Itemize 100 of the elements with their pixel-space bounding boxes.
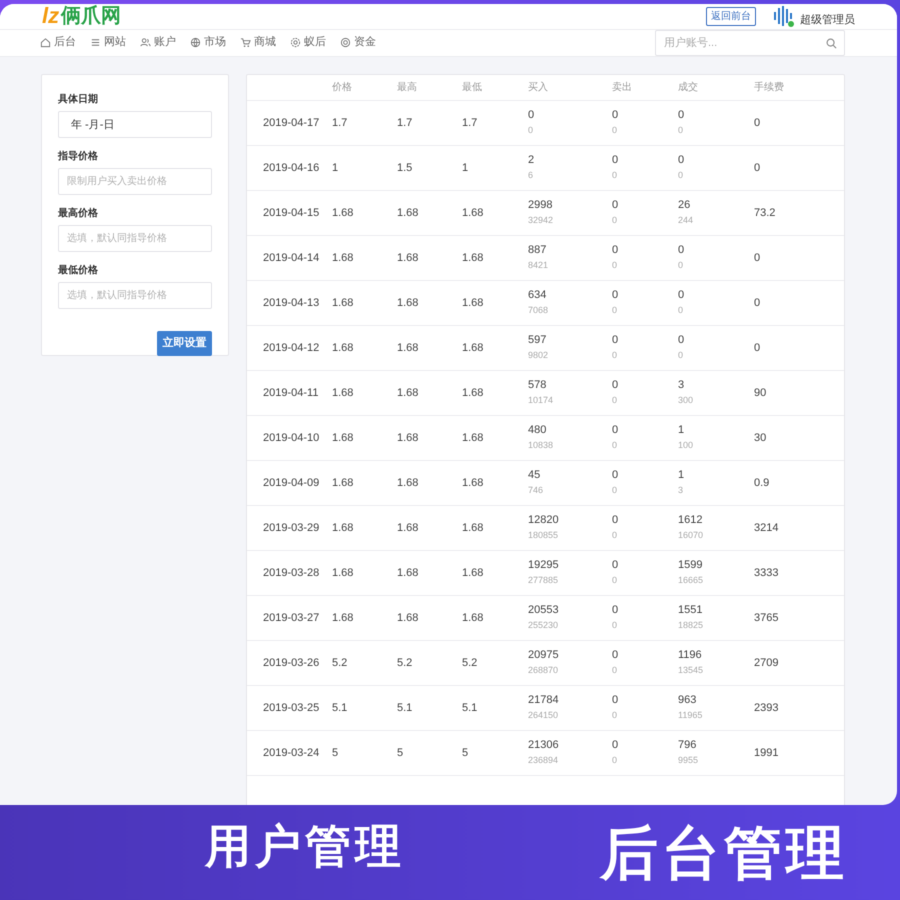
table-cell: 963 [678,693,696,707]
table-cell: 1.5 [397,160,412,174]
table-cell: 5 [462,746,468,760]
table-cell: 0 [754,116,760,130]
table-cell: 30 [754,430,766,444]
table-cell: 2019-03-28 [263,566,320,580]
table-cell: 0 [678,108,684,122]
banner-title: 用户管理 [205,823,405,869]
nav-item[interactable]: 后台 [40,34,76,51]
table-cell-sub: 0 [612,439,618,452]
input-field[interactable]: 选填，默认同指导价格 [58,282,212,308]
table-cell: 3333 [754,566,778,580]
submit-button[interactable]: 立即设置 [157,330,212,356]
column-header: 买入 [528,82,548,92]
nav-item[interactable]: 商城 [240,34,276,51]
back-to-frontend-button[interactable]: 返回前台 [706,6,756,26]
input-field[interactable]: 年 -月-日 [58,110,212,138]
table-cell-sub: 11965 [678,709,702,722]
nav-item[interactable]: 网站 [90,34,126,51]
table-cell: 1.68 [332,520,354,534]
table-cell: 0 [612,198,618,212]
column-header: 最高 [397,82,417,92]
table-cell-sub: 746 [528,484,544,497]
table-cell: 2019-04-13 [263,296,320,310]
table-cell-sub: 18825 [678,619,704,632]
users-icon [140,37,151,48]
table-cell: 1.68 [397,430,418,444]
table-cell: 1.68 [332,206,354,220]
table-cell: 1 [332,160,338,174]
table-cell: 1.68 [462,250,484,264]
column-header: 卖出 [612,82,632,92]
table-cell: 2019-03-24 [263,746,320,760]
logo-mark: lz [42,5,60,28]
table-cell-sub: 0 [612,484,618,497]
table-cell: 1.68 [332,340,354,354]
table-cell: 1.68 [397,520,418,534]
table-cell: 1.68 [462,520,484,534]
table-cell: 0 [754,340,760,354]
table-cell: 5.2 [462,656,478,670]
table-cell: 2019-04-17 [263,116,320,130]
table-cell: 5.1 [397,700,412,714]
table-cell: 1.68 [332,250,354,264]
table-cell: 12820 [528,513,559,527]
table-cell-sub: 300 [678,394,694,407]
table-cell: 1991 [754,746,778,760]
field-label: 指导价格 [58,150,99,164]
table-cell: 3 [678,378,684,392]
table-cell: 1.68 [397,566,418,580]
table-cell: 0 [678,288,684,302]
coin-icon [340,37,351,48]
table-cell-sub: 264150 [528,709,558,722]
table-cell: 0 [754,250,760,264]
table-cell: 5.1 [332,700,348,714]
table-cell: 0 [612,648,618,662]
table-cell-sub: 277885 [528,574,558,587]
search-field[interactable]: 用户账号... [655,30,845,56]
table-cell-sub: 3 [678,484,684,497]
table-cell-sub: 9955 [678,754,698,767]
table-cell: 3765 [754,610,778,624]
logo-text: 俩爪网 [61,6,122,26]
table-cell: 1.68 [332,476,354,490]
table-cell: 5.2 [332,656,348,670]
table-cell: 2393 [754,700,778,714]
table-cell: 20553 [528,603,559,617]
table-cell-sub: 10174 [528,394,554,407]
table-cell: 19295 [528,558,559,572]
table-cell-sub: 0 [612,214,618,227]
table-cell-sub: 0 [612,259,618,272]
table-cell: 2019-04-16 [263,160,320,174]
table-cell: 2019-03-26 [263,656,320,670]
table-cell: 634 [528,288,546,302]
table-cell: 1612 [678,513,702,527]
home-icon [40,37,51,48]
table-cell-sub: 0 [612,619,618,632]
table-cell: 1.68 [397,476,418,490]
nav-item[interactable]: 市场 [190,34,226,51]
table-cell-sub: 255230 [528,619,558,632]
table-cell-sub: 32942 [528,214,554,227]
table-cell-sub: 0 [678,304,684,317]
input-field[interactable]: 选填，默认同指导价格 [58,224,212,252]
table-cell: 578 [528,378,546,392]
table-cell-sub: 8421 [528,259,548,272]
search-icon[interactable] [826,38,837,48]
globe-icon [190,37,201,48]
input-field[interactable]: 限制用户买入卖出价格 [58,168,212,194]
nav-item[interactable]: 账户 [140,34,176,51]
table-cell: 0.9 [754,476,770,490]
table-cell-sub: 0 [612,664,618,677]
nav-item[interactable]: 蚁后 [290,34,326,51]
table-cell-sub: 0 [612,754,618,767]
nav-item[interactable]: 资金 [340,34,376,51]
table-cell: 1.68 [397,340,418,354]
table-cell-sub: 0 [678,259,684,272]
table-cell: 2019-04-09 [263,476,320,490]
user-name: 超级管理员 [800,13,855,28]
table-cell: 2019-03-29 [263,520,320,534]
table-cell: 2019-04-10 [263,430,320,444]
table-cell: 2998 [528,198,552,212]
table-cell: 0 [678,333,684,347]
table-cell: 0 [612,333,618,347]
